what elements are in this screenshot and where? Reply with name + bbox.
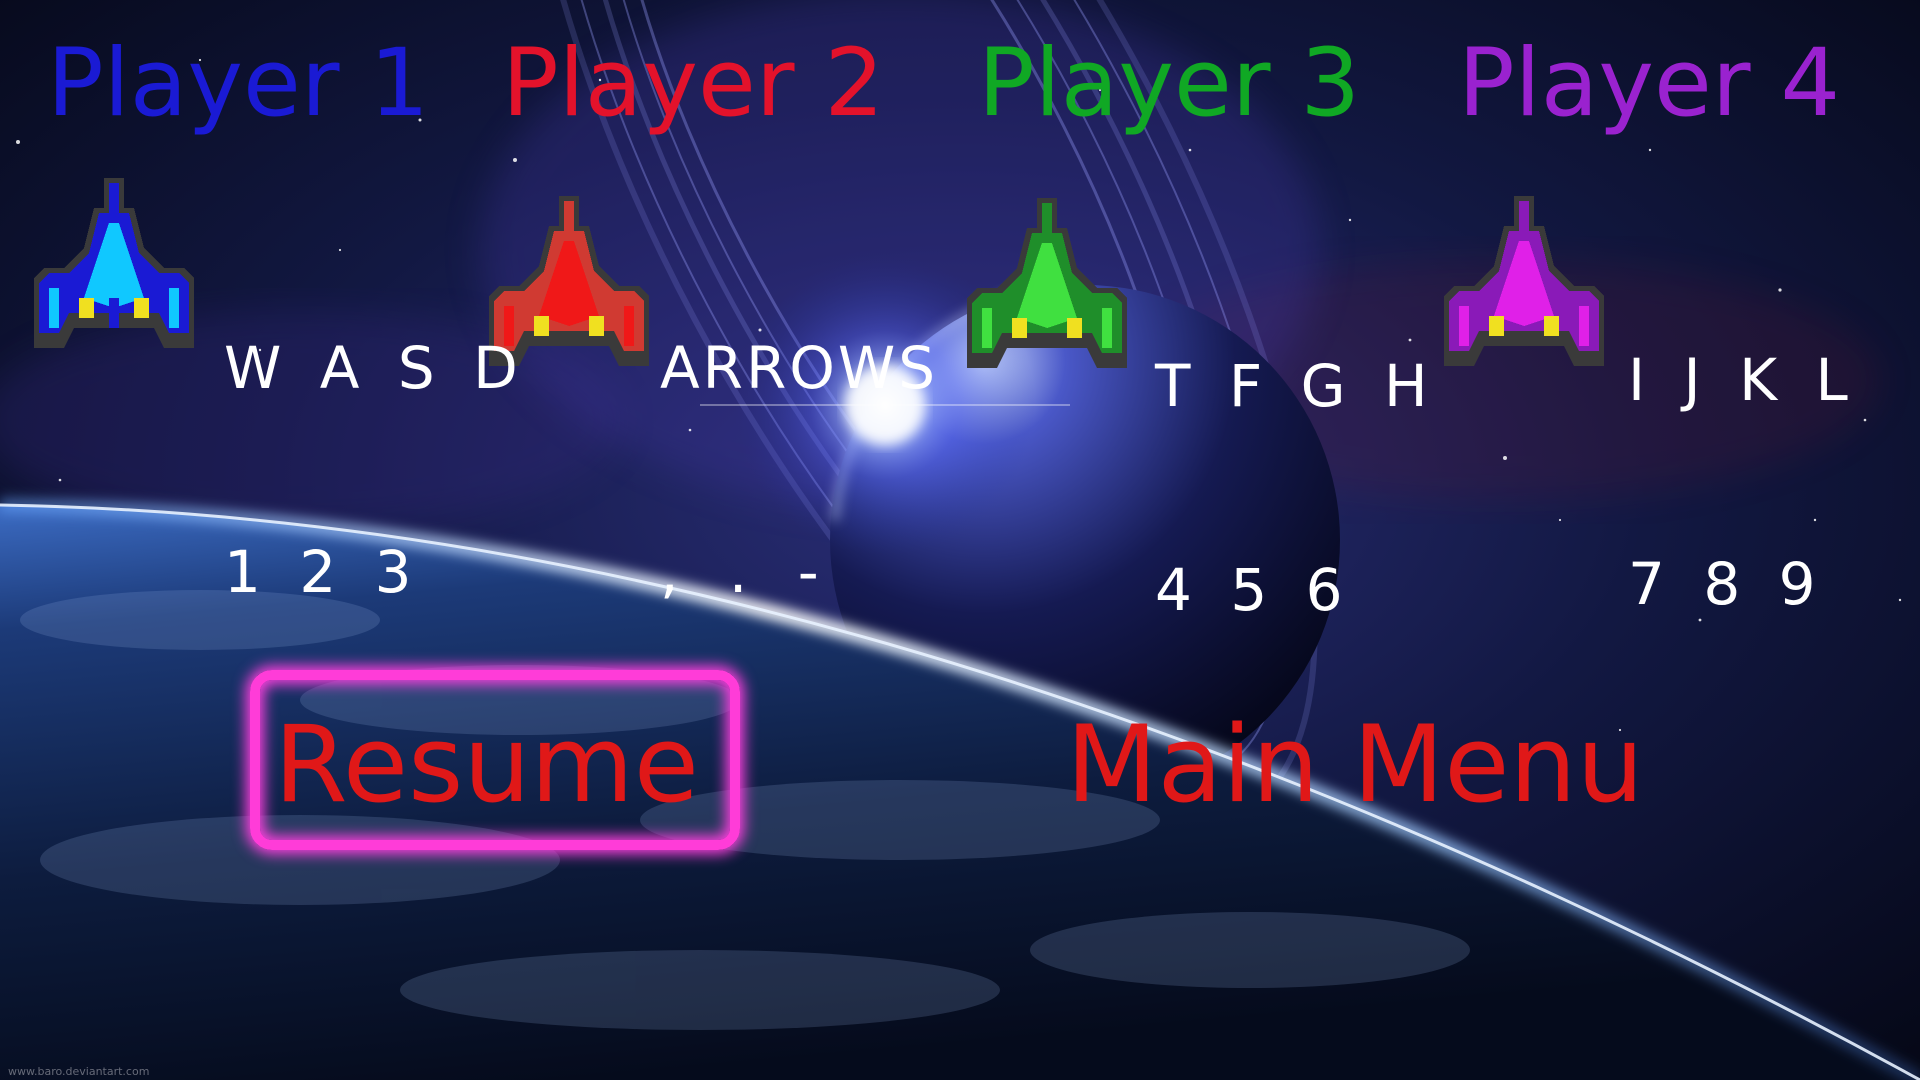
resume-button[interactable]: Resume (274, 700, 699, 830)
player1-controls-line1: W A S D (224, 334, 528, 402)
player3-controls: T F G H 4 5 6 (1155, 216, 1438, 760)
player1-title: Player 1 (47, 29, 430, 138)
player2-controls-line2: , . - (660, 538, 835, 606)
player4-controls: I J K L 7 8 9 (1628, 210, 1858, 754)
blue-spaceship-icon (34, 178, 194, 348)
main-menu-button[interactable]: Main Menu (1066, 700, 1644, 830)
pause-screen: Player 1 Player 2 Player 3 Player 4 W A … (0, 0, 1920, 1080)
player2-controls-line1: ARROWS (660, 334, 939, 402)
player2-title: Player 2 (502, 29, 885, 138)
player3-controls-line1: T F G H (1155, 352, 1438, 420)
player4-controls-line2: 7 8 9 (1628, 550, 1826, 618)
player2-controls: ARROWS , . - (660, 198, 938, 742)
player4-title: Player 4 (1458, 29, 1841, 138)
player3-title: Player 3 (978, 29, 1361, 138)
player1-controls: W A S D 1 2 3 (224, 198, 528, 742)
player4-controls-line1: I J K L (1628, 346, 1858, 414)
watermark: www.baro.deviantart.com (8, 1065, 150, 1078)
player3-controls-line2: 4 5 6 (1155, 556, 1353, 624)
green-spaceship-icon (967, 198, 1127, 368)
player1-controls-line2: 1 2 3 (224, 538, 422, 606)
purple-spaceship-icon (1444, 196, 1604, 366)
